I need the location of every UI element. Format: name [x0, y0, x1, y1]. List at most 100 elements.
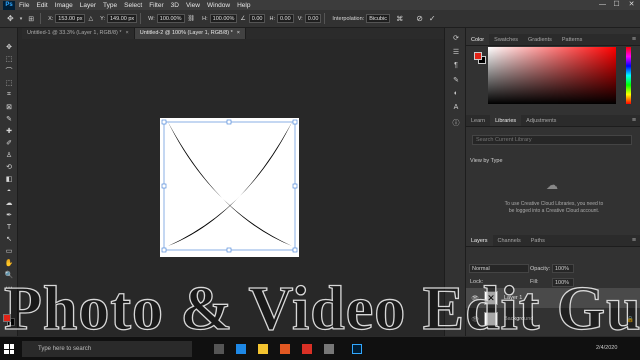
libraries-message: To use Creative Cloud Libraries, you nee… [504, 201, 604, 214]
clone-stamp-tool-icon[interactable]: ♙ [3, 150, 15, 160]
panel-foreground-swatch[interactable] [474, 52, 482, 60]
tab-label: Untitled-2 @ 100% (Layer 1, RGB/8) * [139, 30, 233, 36]
tab-swatches[interactable]: Swatches [489, 34, 523, 45]
hue-slider[interactable] [626, 47, 631, 104]
history-brush-tool-icon[interactable]: ⟲ [3, 162, 15, 172]
menu-view[interactable]: View [186, 2, 200, 9]
menu-window[interactable]: Window [207, 2, 230, 9]
move-tool-icon[interactable]: ✥ [3, 42, 15, 52]
menu-help[interactable]: Help [237, 2, 250, 9]
tab-untitled-1[interactable]: Untitled-1 @ 33.3% (Layer 1, RGB/8) * × [22, 28, 135, 39]
tab-channels[interactable]: Channels [493, 235, 526, 246]
minimize-button[interactable]: — [596, 0, 609, 10]
document-tabs: Untitled-1 @ 33.3% (Layer 1, RGB/8) * × U… [22, 28, 444, 39]
width-field[interactable]: 100.00% [156, 14, 185, 23]
foreground-color-swatch[interactable] [3, 314, 11, 322]
menu-layer[interactable]: Layer [80, 2, 96, 9]
object-select-tool-icon[interactable]: ⬚ [3, 78, 15, 88]
divider [324, 13, 326, 24]
tab-learn[interactable]: Learn [466, 115, 490, 126]
watermark-text: Photo & Video Edit Gurum [4, 274, 640, 343]
paragraph-icon[interactable]: ¶ [450, 62, 462, 72]
photoshop-logo: Ps [3, 0, 15, 10]
blur-tool-icon[interactable]: ☁ [3, 198, 15, 208]
delta-icon[interactable]: △ [88, 15, 93, 22]
divider [140, 13, 142, 24]
menu-file[interactable]: File [19, 2, 29, 9]
tab-patterns[interactable]: Patterns [557, 34, 587, 45]
menu-bar: Ps File Edit Image Layer Type Select Fil… [0, 0, 640, 10]
menu-type[interactable]: Type [103, 2, 117, 9]
h-label: H: [202, 15, 208, 22]
tab-libraries[interactable]: Libraries [490, 115, 522, 126]
w-label: W: [148, 15, 155, 22]
rectangle-tool-icon[interactable]: ▭ [3, 246, 15, 256]
tab-adjustments[interactable]: Adjustments [521, 115, 561, 126]
vskew-field[interactable]: 0.00 [304, 14, 322, 23]
color-picker-field[interactable] [488, 47, 616, 104]
brush-tool-icon[interactable]: ✐ [3, 138, 15, 148]
dropdown-icon[interactable]: ▾ [20, 16, 23, 22]
divider [40, 13, 42, 24]
crop-tool-icon[interactable]: ⌗ [3, 90, 15, 100]
brush-settings-icon[interactable]: ✎ [450, 76, 462, 86]
frame-tool-icon[interactable]: ⊠ [3, 102, 15, 112]
view-by-type[interactable]: View by Type [470, 158, 503, 164]
library-search-input[interactable]: Search Current Library [472, 135, 632, 145]
hskew-field[interactable]: 0.00 [276, 14, 294, 23]
path-select-tool-icon[interactable]: ↖ [3, 234, 15, 244]
panel-menu-icon[interactable]: ≡ [632, 115, 636, 127]
glyph-icon[interactable]: A [450, 104, 462, 114]
menu-edit[interactable]: Edit [36, 2, 47, 9]
tab-layers[interactable]: Layers [466, 235, 493, 246]
eraser-tool-icon[interactable]: ◧ [3, 174, 15, 184]
libraries-panel-tabs: Learn Libraries Adjustments ≡ [466, 115, 640, 127]
color-panel-tabs: Color Swatches Gradients Patterns ≡ [466, 34, 640, 46]
tab-untitled-2[interactable]: Untitled-2 @ 100% (Layer 1, RGB/8) * × [134, 28, 246, 39]
interpolation-label: Interpolation: [332, 15, 365, 22]
menu-3d[interactable]: 3D [171, 2, 179, 9]
cancel-transform-icon[interactable]: ⊘ [416, 14, 423, 23]
y-label: Y: [100, 15, 105, 22]
reference-point-icon[interactable]: ⊞ [28, 15, 34, 23]
info-icon[interactable]: ⓘ [450, 118, 462, 128]
properties-icon[interactable]: ☰ [450, 48, 462, 58]
menu-select[interactable]: Select [124, 2, 142, 9]
hskew-label: H: [269, 15, 275, 22]
healing-brush-tool-icon[interactable]: ✚ [3, 126, 15, 136]
move-tool-icon[interactable]: ✥ [7, 14, 14, 23]
menu-filter[interactable]: Filter [149, 2, 163, 9]
history-icon[interactable]: ⟳ [450, 34, 462, 44]
interpolation-select[interactable]: Bicubic [366, 14, 391, 23]
tab-label: Untitled-1 @ 33.3% (Layer 1, RGB/8) * [27, 30, 122, 36]
close-tab-icon[interactable]: × [126, 30, 129, 36]
y-position-field[interactable]: 149.00 px [107, 14, 138, 23]
pen-tool-icon[interactable]: ✒ [3, 210, 15, 220]
angle-field[interactable]: 0.00 [248, 14, 266, 23]
maximize-button[interactable]: ☐ [610, 0, 623, 10]
lasso-tool-icon[interactable]: ⌒ [3, 66, 15, 76]
tab-paths[interactable]: Paths [526, 235, 550, 246]
marquee-tool-icon[interactable]: ⬚ [3, 54, 15, 64]
x-label: X: [48, 15, 54, 22]
x-position-field[interactable]: 153.00 px [55, 14, 86, 23]
adjust-icon[interactable]: ◐ [450, 90, 462, 100]
link-icon[interactable]: ⛓ [188, 15, 196, 22]
creative-cloud-icon: ☁ [546, 178, 558, 192]
gradient-tool-icon[interactable]: ◓ [3, 186, 15, 196]
commit-transform-icon[interactable]: ✓ [429, 14, 436, 23]
warp-icon[interactable]: ⌘ [396, 15, 403, 23]
close-window-button[interactable]: ✕ [625, 0, 638, 10]
layers-panel-tabs: Layers Channels Paths ≡ [466, 235, 640, 247]
panel-menu-icon[interactable]: ≡ [632, 235, 636, 247]
eyedropper-tool-icon[interactable]: ✎ [3, 114, 15, 124]
close-tab-icon[interactable]: × [237, 30, 240, 36]
menu-image[interactable]: Image [55, 2, 73, 9]
tab-color[interactable]: Color [466, 34, 490, 45]
options-bar: ✥ ▾ ⊞ X: 153.00 px △ Y: 149.00 px W: 100… [0, 10, 640, 28]
height-field[interactable]: 100.00% [209, 14, 238, 23]
type-tool-icon[interactable]: T [3, 222, 15, 232]
tab-gradients[interactable]: Gradients [523, 34, 557, 45]
vskew-label: V: [297, 15, 303, 22]
panel-menu-icon[interactable]: ≡ [632, 34, 636, 46]
